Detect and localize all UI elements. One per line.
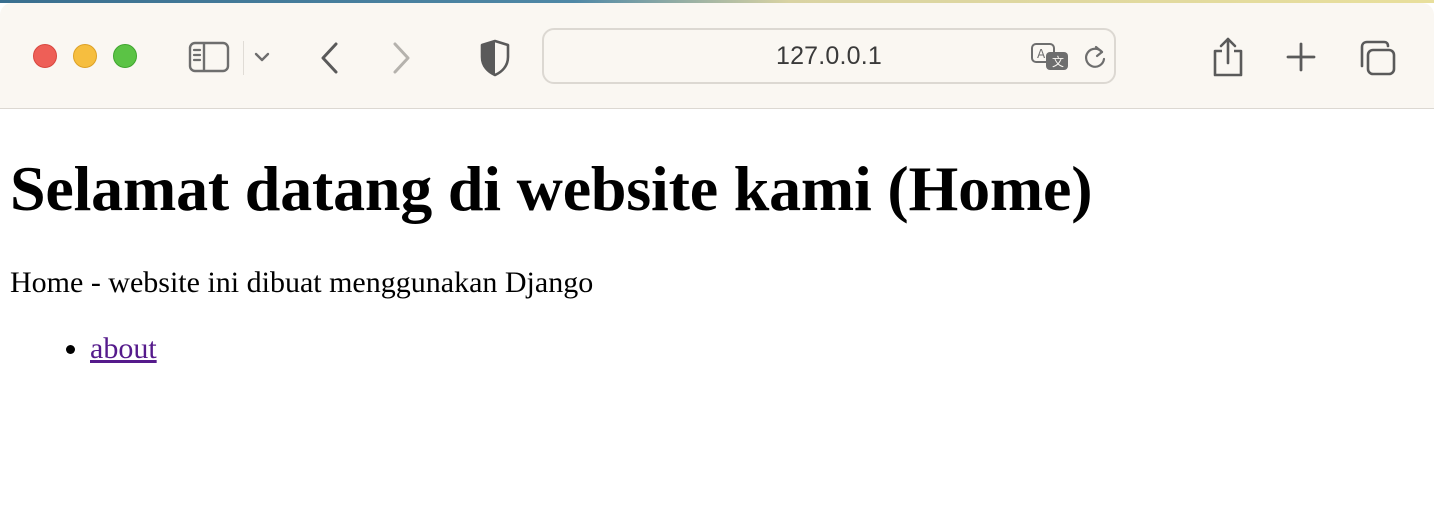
address-text: 127.0.0.1 (775, 41, 883, 70)
translate-icon[interactable]: A 文 (1030, 42, 1070, 72)
minimize-window-button[interactable] (73, 44, 97, 68)
page-title: Selamat datang di website kami (Home) (10, 153, 1093, 224)
svg-text:A: A (1037, 47, 1046, 61)
browser-toolbar: 127.0.0.1 A 文 (0, 3, 1434, 109)
close-window-button[interactable] (33, 44, 57, 68)
chevron-down-icon[interactable] (252, 49, 272, 65)
page-content: Selamat datang di website kami (Home) Ho… (10, 109, 1420, 369)
plus-icon[interactable] (1285, 41, 1317, 73)
maximize-window-button[interactable] (113, 44, 137, 68)
shield-icon[interactable] (479, 39, 511, 77)
share-icon[interactable] (1210, 35, 1246, 79)
address-bar[interactable]: 127.0.0.1 A 文 (542, 28, 1116, 84)
reload-icon[interactable] (1082, 42, 1108, 72)
svg-text:文: 文 (1052, 54, 1064, 69)
forward-button[interactable] (389, 41, 413, 75)
page-description: Home - website ini dibuat menggunakan Dj… (10, 266, 594, 299)
tabs-overview-icon[interactable] (1356, 38, 1398, 78)
about-link[interactable]: about (90, 332, 157, 365)
sidebar-icon[interactable] (188, 41, 230, 73)
toolbar-divider (243, 41, 244, 75)
list-item: about (90, 329, 1420, 369)
browser-window: 127.0.0.1 A 文 Selamat datang di website … (0, 0, 1434, 520)
back-button[interactable] (318, 41, 342, 75)
nav-list: about (10, 329, 1420, 369)
